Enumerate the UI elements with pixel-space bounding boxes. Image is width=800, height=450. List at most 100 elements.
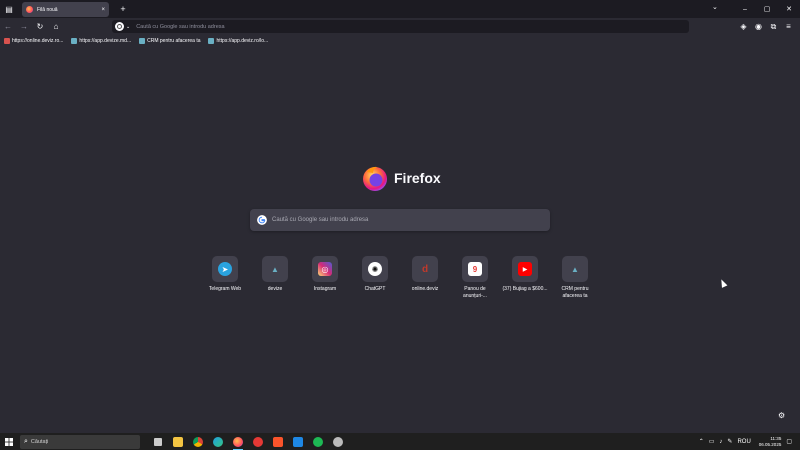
clock[interactable]: 11:35 06.05.2025 <box>759 436 782 447</box>
shortcut-tile[interactable]: d <box>412 256 438 282</box>
shortcut-tile[interactable]: ▶ <box>512 256 538 282</box>
tabs-dropdown-icon[interactable]: ⌄ <box>712 3 718 11</box>
new-tab-button[interactable]: + <box>116 2 130 16</box>
mouse-cursor-icon <box>718 278 728 288</box>
bookmark-item[interactable]: https://app.deviz.ro/lo... <box>208 38 268 44</box>
firefox-window: ▤ Filă nouă × + ⌄ – ▢ ✕ ← → ↻ ⌂ ⌄ Caută … <box>0 0 800 450</box>
top-sites: ➤ Telegram Web ▲ devize ◎ Instagram ✺ Ch… <box>200 256 600 299</box>
bookmark-item[interactable]: https://online.deviz.ro... <box>4 38 63 44</box>
brand-name: Firefox <box>394 170 441 186</box>
crm-icon: ▲ <box>571 264 579 274</box>
customize-gear-icon[interactable]: ⚙ <box>778 411 785 420</box>
close-window-button[interactable]: ✕ <box>778 5 800 13</box>
online-deviz-icon: d <box>421 263 429 275</box>
firefox-brand: Firefox <box>361 164 441 192</box>
home-button[interactable]: ⌂ <box>48 19 64 35</box>
bookmark-favicon-icon <box>4 38 10 44</box>
window-controls: – ▢ ✕ <box>734 0 800 18</box>
shortcut-label: (37) Bujiag a $600... <box>502 286 548 292</box>
bookmark-favicon-icon <box>71 38 78 44</box>
shortcut-crm[interactable]: ▲ CRM pentru afacerea ta <box>550 256 600 299</box>
shortcut-label: Panou de anunțuri-... <box>463 286 487 299</box>
tab-title: Filă nouă <box>37 6 58 13</box>
chevron-up-icon[interactable]: ⌃ <box>699 438 704 445</box>
google-icon <box>257 215 267 225</box>
minimize-button[interactable]: – <box>734 6 756 13</box>
reload-button[interactable]: ↻ <box>32 19 48 35</box>
volume-icon[interactable]: ♪ <box>719 439 722 445</box>
toolbar-right: ◈ ◉ ⧉ ≡ <box>736 19 796 34</box>
shortcut-label: Instagram <box>313 286 337 292</box>
shortcut-label: ChatGPT <box>364 286 386 292</box>
search-input[interactable]: Caută cu Google sau introdu adresa <box>250 209 550 231</box>
shortcut-panou[interactable]: 9 Panou de anunțuri-... <box>450 256 500 299</box>
edge-icon[interactable] <box>208 433 228 450</box>
shortcut-instagram[interactable]: ◎ Instagram <box>300 256 350 299</box>
file-explorer-icon[interactable] <box>168 433 188 450</box>
bookmark-item[interactable]: CRM pentru afacerea ta <box>139 38 200 44</box>
navigation-toolbar: ← → ↻ ⌂ ⌄ Caută cu Google sau introdu ad… <box>0 18 800 35</box>
address-bar[interactable]: ⌄ Caută cu Google sau introdu adresa <box>112 20 689 33</box>
maximize-button[interactable]: ▢ <box>756 5 778 13</box>
shortcut-youtube[interactable]: ▶ (37) Bujiag a $600... <box>500 256 550 299</box>
system-tray: ⌃ ▭ ♪ ✎ ROU 11:35 06.05.2025 ▢ <box>694 433 792 450</box>
panou-icon: 9 <box>468 262 482 276</box>
instagram-icon: ◎ <box>318 262 332 276</box>
shortcut-chatgpt[interactable]: ✺ ChatGPT <box>350 256 400 299</box>
opera-icon[interactable] <box>248 433 268 450</box>
chrome-icon[interactable] <box>188 433 208 450</box>
list-all-tabs-icon[interactable]: ▤ <box>0 0 18 18</box>
taskbar-apps <box>148 433 348 450</box>
settings-icon[interactable] <box>328 433 348 450</box>
shortcut-label: CRM pentru afacerea ta <box>561 286 589 299</box>
app-icon[interactable] <box>288 433 308 450</box>
search-placeholder: Caută cu Google sau introdu adresa <box>272 217 369 223</box>
shortcut-label: devize <box>267 286 283 292</box>
menu-icon[interactable]: ≡ <box>781 19 796 34</box>
chevron-down-icon[interactable]: ⌄ <box>126 24 130 30</box>
address-bar-placeholder: Caută cu Google sau introdu adresa <box>136 23 225 30</box>
shortcut-tile[interactable]: ✺ <box>362 256 388 282</box>
bookmarks-toolbar: https://online.deviz.ro... https://app.d… <box>0 35 800 47</box>
start-button[interactable] <box>0 433 18 450</box>
shortcut-tile[interactable]: 9 <box>462 256 488 282</box>
tab-new-tab[interactable]: Filă nouă × <box>22 2 109 17</box>
network-icon[interactable]: ▭ <box>709 438 715 445</box>
forward-button[interactable]: → <box>16 19 32 35</box>
shortcut-tile[interactable]: ➤ <box>212 256 238 282</box>
shortcut-tile[interactable]: ▲ <box>262 256 288 282</box>
shortcut-telegram[interactable]: ➤ Telegram Web <box>200 256 250 299</box>
telegram-icon: ➤ <box>218 262 232 276</box>
notifications-icon[interactable]: ▢ <box>786 438 792 445</box>
account-icon[interactable]: ◉ <box>751 19 766 34</box>
taskbar-search-input[interactable]: ⌕ Căutați <box>20 434 140 449</box>
clock-date: 06.05.2025 <box>758 441 782 447</box>
task-view-icon[interactable] <box>148 433 168 450</box>
firefox-favicon-icon <box>26 6 33 13</box>
youtube-icon: ▶ <box>518 262 532 276</box>
spotify-icon[interactable] <box>308 433 328 450</box>
brave-icon[interactable] <box>268 433 288 450</box>
back-button[interactable]: ← <box>0 19 16 35</box>
taskbar: ⌕ Căutați ⌃ ▭ ♪ ✎ ROU 11:35 06.05.2025 ▢ <box>0 433 800 450</box>
pen-icon[interactable]: ✎ <box>727 438 732 445</box>
shortcut-tile[interactable]: ◎ <box>312 256 338 282</box>
search-icon: ⌕ <box>24 437 28 445</box>
tab-strip: ▤ Filă nouă × + ⌄ – ▢ ✕ <box>0 0 800 18</box>
search-engine-icon[interactable] <box>115 22 124 31</box>
new-tab-page: Firefox Caută cu Google sau introdu adre… <box>0 47 800 433</box>
bookmark-item[interactable]: https://app.devize.md... <box>71 38 131 44</box>
bookmark-favicon-icon <box>139 38 146 44</box>
extensions-icon[interactable]: ⧉ <box>766 19 781 34</box>
pocket-icon[interactable]: ◈ <box>736 19 751 34</box>
close-tab-icon[interactable]: × <box>101 7 105 13</box>
firefox-icon[interactable] <box>228 433 248 450</box>
shortcut-label: Telegram Web <box>208 286 242 292</box>
shortcut-online-deviz[interactable]: d online.deviz <box>400 256 450 299</box>
devize-icon: ▲ <box>271 264 279 274</box>
shortcut-devize[interactable]: ▲ devize <box>250 256 300 299</box>
language-indicator[interactable]: ROU <box>737 439 750 445</box>
shortcut-label: online.deviz <box>411 286 439 292</box>
bookmark-favicon-icon <box>208 38 215 44</box>
shortcut-tile[interactable]: ▲ <box>562 256 588 282</box>
